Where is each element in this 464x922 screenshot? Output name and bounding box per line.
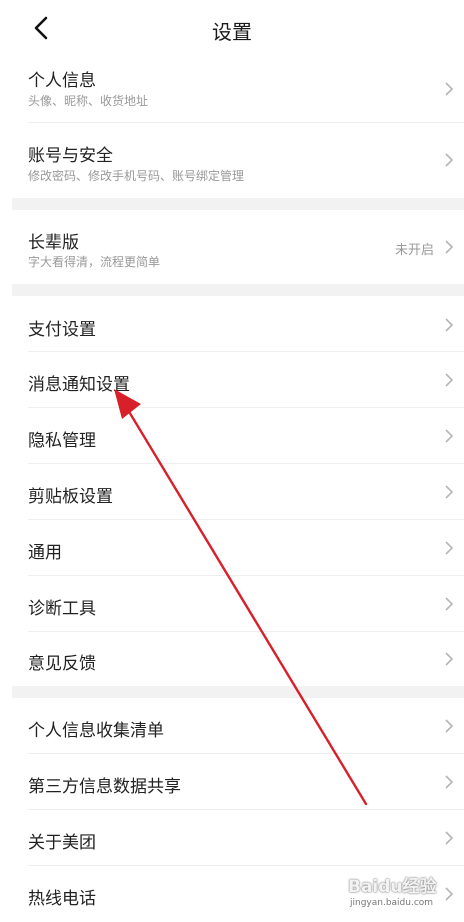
row-label: 关于美团 [28, 833, 96, 853]
settings-row-elder-mode[interactable]: 长辈版 字大看得清，流程更简单 未开启 [0, 210, 464, 284]
chevron-right-icon [445, 597, 454, 611]
section-gap [12, 284, 464, 296]
row-label: 第三方信息数据共享 [28, 777, 181, 797]
row-label: 支付设置 [28, 320, 96, 340]
settings-row-general[interactable]: 通用 [0, 520, 464, 575]
chevron-right-icon [445, 775, 454, 789]
settings-row-privacy[interactable]: 隐私管理 [0, 408, 464, 463]
chevron-right-icon [445, 541, 454, 555]
settings-row-about[interactable]: 关于美团 [0, 810, 464, 865]
page-title: 设置 [212, 20, 252, 44]
watermark-brand: Baidu经验 [348, 877, 437, 897]
row-label: 剪贴板设置 [28, 487, 113, 507]
settings-row-third-party-sharing[interactable]: 第三方信息数据共享 [0, 754, 464, 809]
chevron-right-icon [445, 429, 454, 443]
row-label: 意见反馈 [28, 654, 96, 674]
row-label: 诊断工具 [28, 599, 96, 619]
chevron-right-icon [445, 373, 454, 387]
row-label: 通用 [28, 543, 62, 563]
row-label: 长辈版 [28, 233, 79, 253]
chevron-right-icon [445, 719, 454, 733]
row-label: 个人信息 [28, 71, 96, 91]
settings-row-clipboard[interactable]: 剪贴板设置 [0, 464, 464, 519]
top-nav-bar: 设置 [0, 0, 464, 56]
row-label: 热线电话 [28, 889, 96, 909]
chevron-right-icon [445, 318, 454, 332]
row-label: 个人信息收集清单 [28, 721, 164, 741]
row-subtitle: 头像、昵称、收货地址 [28, 94, 149, 108]
chevron-right-icon [445, 153, 454, 167]
watermark-url: jingyan.baidu.com [350, 898, 434, 908]
row-label: 隐私管理 [28, 431, 96, 451]
section-gap [12, 686, 464, 698]
chevron-right-icon [445, 652, 454, 666]
chevron-right-icon [445, 831, 454, 845]
settings-row-feedback[interactable]: 意见反馈 [0, 632, 464, 685]
chevron-right-icon [445, 82, 454, 96]
settings-row-notifications[interactable]: 消息通知设置 [0, 352, 464, 407]
row-label: 账号与安全 [28, 146, 113, 166]
status-text: 未开启 [394, 243, 434, 258]
row-subtitle: 修改密码、修改手机号码、账号绑定管理 [28, 169, 245, 183]
row-subtitle: 字大看得清，流程更简单 [28, 255, 161, 269]
settings-row-account-security[interactable]: 账号与安全 修改密码、修改手机号码、账号绑定管理 [0, 123, 464, 196]
settings-row-payment[interactable]: 支付设置 [0, 296, 464, 351]
settings-row-info-collection-list[interactable]: 个人信息收集清单 [0, 698, 464, 753]
settings-row-personal-info[interactable]: 个人信息 头像、昵称、收货地址 [0, 56, 464, 122]
row-label: 消息通知设置 [28, 375, 130, 395]
chevron-right-icon [445, 485, 454, 499]
section-gap [12, 198, 464, 210]
settings-row-diagnostics[interactable]: 诊断工具 [0, 576, 464, 631]
chevron-right-icon [445, 240, 454, 254]
watermark: Baidu经验 jingyan.baidu.com [336, 868, 446, 914]
